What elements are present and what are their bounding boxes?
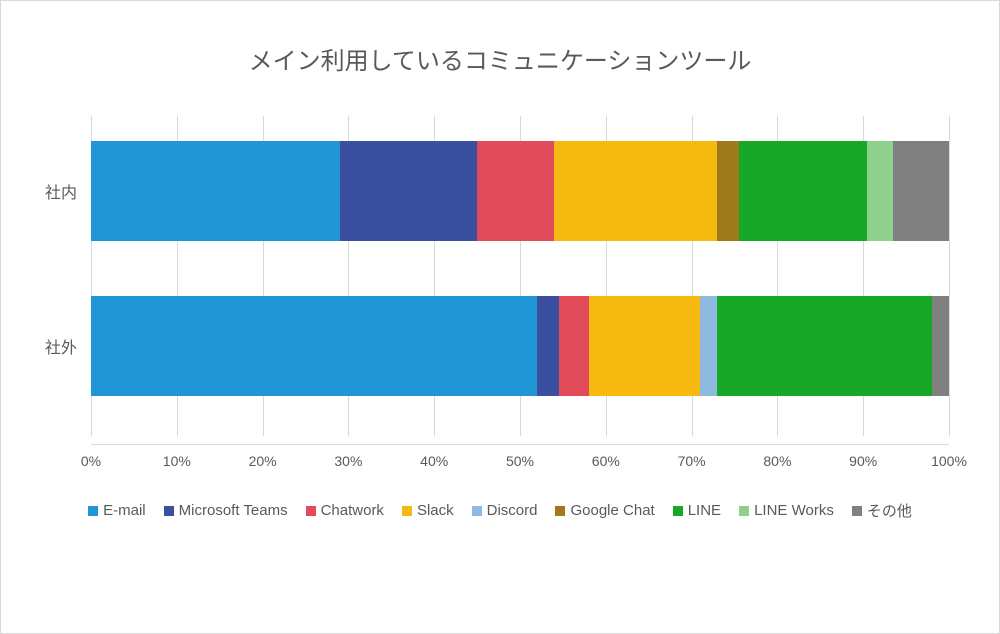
legend-item: Discord — [472, 500, 538, 521]
x-tick-label: 100% — [931, 453, 967, 469]
x-tick-label: 40% — [420, 453, 448, 469]
chart-title: メイン利用しているコミュニケーションツール — [21, 41, 979, 76]
legend-item: LINE — [673, 500, 721, 521]
category-label: 社外 — [45, 334, 77, 358]
x-tick-label: 70% — [678, 453, 706, 469]
x-axis: 0%10%20%30%40%50%60%70%80%90%100% — [91, 444, 949, 474]
legend-swatch — [88, 506, 98, 516]
bar-segment — [893, 141, 949, 241]
x-tick-label: 30% — [334, 453, 362, 469]
legend-label: E-mail — [103, 502, 146, 519]
legend-label: その他 — [867, 500, 912, 521]
legend-label: Slack — [417, 502, 454, 519]
bar-segment — [867, 141, 893, 241]
legend-item: Google Chat — [555, 500, 654, 521]
legend-item: その他 — [852, 500, 912, 521]
gridline — [949, 116, 950, 436]
bar-segment — [340, 141, 477, 241]
legend-label: Chatwork — [321, 502, 384, 519]
bar-segment — [91, 296, 537, 396]
legend-swatch — [306, 506, 316, 516]
legend-label: Google Chat — [570, 502, 654, 519]
x-tick-label: 10% — [163, 453, 191, 469]
legend-swatch — [472, 506, 482, 516]
bar-segment — [554, 141, 717, 241]
bar-segment — [932, 296, 949, 396]
x-tick-label: 50% — [506, 453, 534, 469]
legend-item: Microsoft Teams — [164, 500, 288, 521]
legend-item: LINE Works — [739, 500, 834, 521]
x-tick-label: 60% — [592, 453, 620, 469]
legend: E-mail Microsoft Teams Chatwork Slack Discor… — [21, 500, 979, 521]
legend-label: Microsoft Teams — [179, 502, 288, 519]
legend-label: LINE — [688, 502, 721, 519]
legend-label: LINE Works — [754, 502, 834, 519]
legend-swatch — [402, 506, 412, 516]
legend-swatch — [739, 506, 749, 516]
x-tick-label: 20% — [249, 453, 277, 469]
legend-swatch — [164, 506, 174, 516]
bar-segment — [537, 296, 558, 396]
chart-container: メイン利用しているコミュニケーションツール 社内社外 0% 10% 20% 30% 40… — [0, 0, 1000, 634]
bar-segment — [589, 296, 701, 396]
legend-item: E-mail — [88, 500, 146, 521]
bar-segment — [700, 296, 717, 396]
legend-item: Slack — [402, 500, 454, 521]
bar-segment — [559, 296, 589, 396]
bar-row: 社外 — [91, 296, 949, 396]
bar-segment — [477, 141, 554, 241]
x-tick-label: 80% — [763, 453, 791, 469]
bar-segment — [91, 141, 340, 241]
bar-segment — [739, 141, 868, 241]
x-tick-label: 90% — [849, 453, 877, 469]
legend-label: Discord — [487, 502, 538, 519]
plot-area: 社内社外 — [91, 116, 949, 436]
legend-swatch — [673, 506, 683, 516]
legend-item: Chatwork — [306, 500, 384, 521]
bar-segment — [717, 296, 932, 396]
bar-segment — [717, 141, 738, 241]
x-tick-label: 0% — [81, 453, 101, 469]
bar-row: 社内 — [91, 141, 949, 241]
category-label: 社内 — [45, 179, 77, 203]
bars-group: 社内社外 — [91, 116, 949, 436]
legend-swatch — [852, 506, 862, 516]
legend-swatch — [555, 506, 565, 516]
